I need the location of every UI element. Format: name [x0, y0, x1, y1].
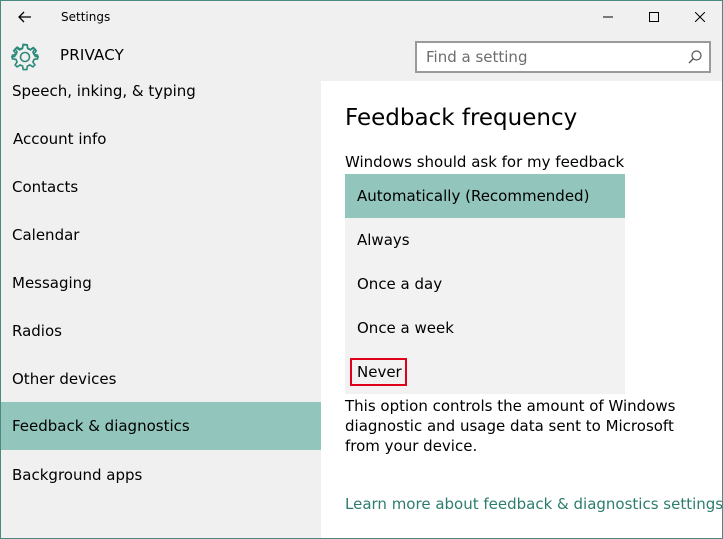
option-label: Once a week [357, 319, 454, 337]
title-bar: Settings [1, 1, 722, 33]
option-never[interactable]: Never [345, 350, 625, 394]
sidebar-item-other-devices[interactable]: Other devices [1, 355, 321, 403]
option-label: Never [357, 363, 402, 381]
sidebar-item-label: Speech, inking, & typing [12, 82, 196, 100]
sidebar-item-label: Feedback & diagnostics [12, 417, 190, 435]
sidebar-item-feedback-diagnostics[interactable]: Feedback & diagnostics [1, 402, 321, 450]
sidebar-item-label: Other devices [12, 370, 117, 388]
option-label: Automatically (Recommended) [357, 187, 590, 205]
sidebar-item-contacts[interactable]: Contacts [1, 163, 321, 211]
close-button[interactable] [677, 1, 722, 33]
option-always[interactable]: Always [345, 218, 625, 262]
minimize-icon [603, 16, 613, 18]
sidebar-item-label: Contacts [12, 178, 79, 196]
main-content: Feedback frequency Windows should ask fo… [321, 81, 722, 538]
section-heading: Feedback frequency [345, 105, 578, 131]
page-header: PRIVACY [1, 33, 722, 81]
learn-more-link[interactable]: Learn more about feedback & diagnostics … [345, 495, 722, 513]
description-text: This option controls the amount of Windo… [345, 397, 676, 455]
option-once-a-day[interactable]: Once a day [345, 262, 625, 306]
search-input[interactable] [417, 43, 681, 71]
back-button[interactable] [1, 1, 49, 33]
maximize-icon [649, 12, 659, 22]
settings-window: Settings PRIVACY Find a setting Speech, … [0, 0, 723, 539]
sidebar-item-label: Calendar [12, 226, 80, 244]
search-box[interactable] [415, 41, 711, 73]
option-label: Once a day [357, 275, 443, 293]
frequency-label: Windows should ask for my feedback [345, 153, 625, 171]
sidebar-item-speech-inking-typing[interactable]: Speech, inking, & typing [1, 81, 321, 115]
sidebar-item-calendar[interactable]: Calendar [1, 211, 321, 259]
sidebar: Speech, inking, & typing Account info Co… [1, 81, 321, 538]
maximize-button[interactable] [631, 1, 677, 33]
sidebar-item-background-apps[interactable]: Background apps [1, 451, 321, 499]
sidebar-item-messaging[interactable]: Messaging [1, 259, 321, 307]
sidebar-item-label: Radios [12, 322, 62, 340]
gear-icon [11, 43, 39, 71]
window-title: Settings [61, 10, 111, 24]
option-once-a-week[interactable]: Once a week [345, 306, 625, 350]
close-icon [695, 12, 705, 22]
sidebar-item-radios[interactable]: Radios [1, 307, 321, 355]
sidebar-item-label: Background apps [12, 466, 143, 484]
feedback-frequency-dropdown[interactable]: Automatically (Recommended) Always Once … [345, 174, 625, 394]
sidebar-item-label: Account info [13, 130, 107, 148]
option-automatically[interactable]: Automatically (Recommended) [345, 174, 625, 218]
page-title: PRIVACY [60, 46, 124, 64]
back-arrow-icon [18, 11, 31, 23]
minimize-button[interactable] [585, 1, 631, 33]
option-label: Always [357, 231, 410, 249]
search-button[interactable] [681, 43, 709, 71]
sidebar-item-account-info[interactable]: Account info [1, 115, 321, 163]
sidebar-item-label: Messaging [12, 274, 92, 292]
search-icon [688, 50, 702, 64]
